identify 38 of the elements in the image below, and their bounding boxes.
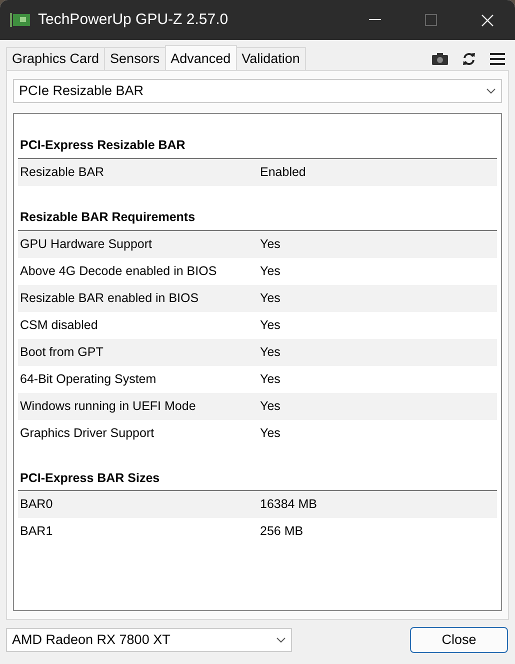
chevron-down-icon <box>276 637 286 643</box>
close-icon <box>480 14 494 26</box>
menu-icon[interactable] <box>490 53 505 65</box>
view-dropdown[interactable]: PCIe Resizable BAR <box>13 79 502 103</box>
property-label: BAR0 <box>19 496 54 514</box>
tab[interactable]: Validation <box>236 47 306 70</box>
property-value: Yes <box>260 370 280 388</box>
property-label: Resizable BAR <box>19 164 106 181</box>
camera-icon[interactable] <box>432 53 448 65</box>
property-value: Enabled <box>260 164 306 181</box>
maximize-icon <box>425 14 437 26</box>
property-value: Yes <box>260 316 280 334</box>
property-value: Yes <box>260 424 280 442</box>
property-value: Yes <box>260 290 280 307</box>
property-label: Above 4G Decode enabled in BIOS <box>19 262 218 280</box>
property-label: Boot from GPT <box>19 344 104 361</box>
property-value: Yes <box>260 344 280 361</box>
property-label: Graphics Driver Support <box>19 424 156 442</box>
tab[interactable]: Advanced <box>164 45 237 70</box>
property-value: Yes <box>260 262 280 280</box>
gpu-dropdown[interactable]: AMD Radeon RX 7800 XT <box>6 628 292 652</box>
property-value: Yes <box>260 236 280 253</box>
property-label: 64-Bit Operating System <box>19 370 158 388</box>
app-icon <box>10 13 30 27</box>
property-label: GPU Hardware Support <box>19 236 154 253</box>
property-value: 16384 MB <box>260 496 317 514</box>
property-value: 256 MB <box>260 523 304 540</box>
property-label: Windows running in UEFI Mode <box>19 398 197 415</box>
window-title: TechPowerUp GPU-Z 2.57.0 <box>38 10 228 30</box>
property-label: CSM disabled <box>19 316 99 334</box>
property-value: Yes <box>260 398 280 415</box>
tab[interactable]: Graphics Card <box>6 47 106 70</box>
close-button[interactable]: Close <box>410 627 508 653</box>
property-label: BAR1 <box>19 523 54 540</box>
minimize-icon <box>369 19 381 21</box>
refresh-icon[interactable] <box>462 52 476 66</box>
chevron-down-icon <box>486 88 496 94</box>
property-label: Resizable BAR enabled in BIOS <box>19 290 200 307</box>
